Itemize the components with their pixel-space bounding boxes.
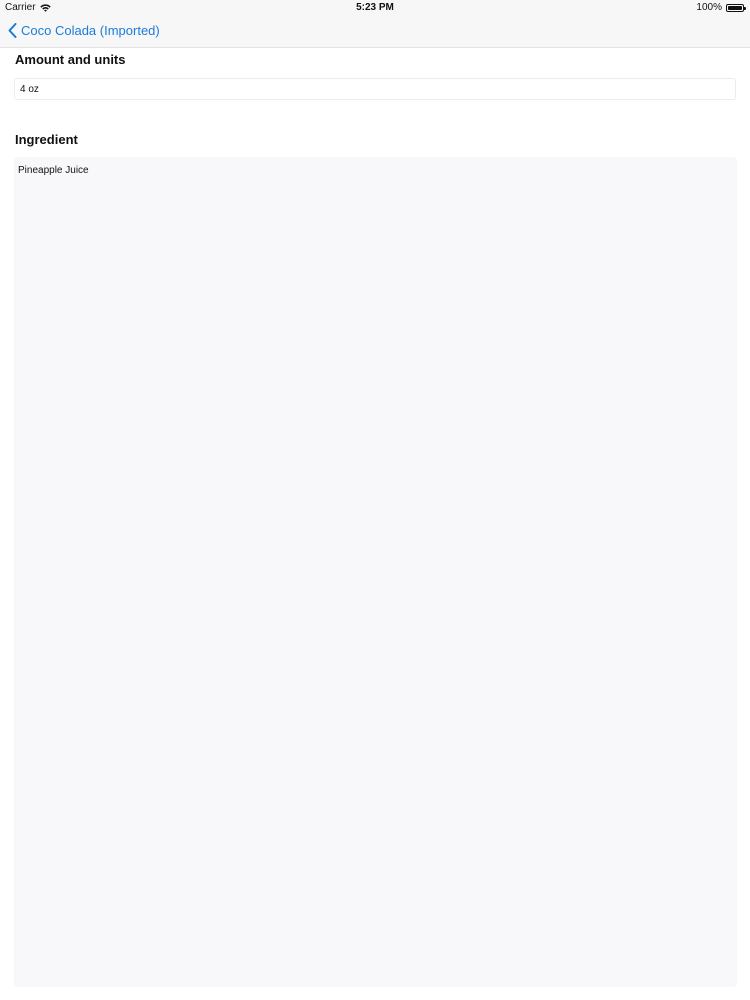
battery-icon bbox=[726, 4, 746, 12]
amount-section-label: Amount and units bbox=[15, 52, 126, 67]
chevron-left-icon bbox=[8, 23, 17, 38]
status-right: 100% bbox=[696, 0, 746, 16]
battery-fill bbox=[728, 6, 742, 10]
back-button[interactable]: Coco Colada (Imported) bbox=[8, 23, 160, 38]
amount-input[interactable] bbox=[14, 78, 736, 100]
ingredient-text-area[interactable]: Pineapple Juice bbox=[14, 157, 737, 987]
status-bar: Carrier 5:23 PM 100% bbox=[0, 0, 750, 16]
status-time: 5:23 PM bbox=[356, 2, 394, 13]
ingredient-section-label: Ingredient bbox=[15, 132, 78, 147]
battery-percent: 100% bbox=[696, 2, 722, 13]
navigation-bar: Coco Colada (Imported) bbox=[0, 16, 750, 48]
back-button-label: Coco Colada (Imported) bbox=[21, 23, 160, 38]
